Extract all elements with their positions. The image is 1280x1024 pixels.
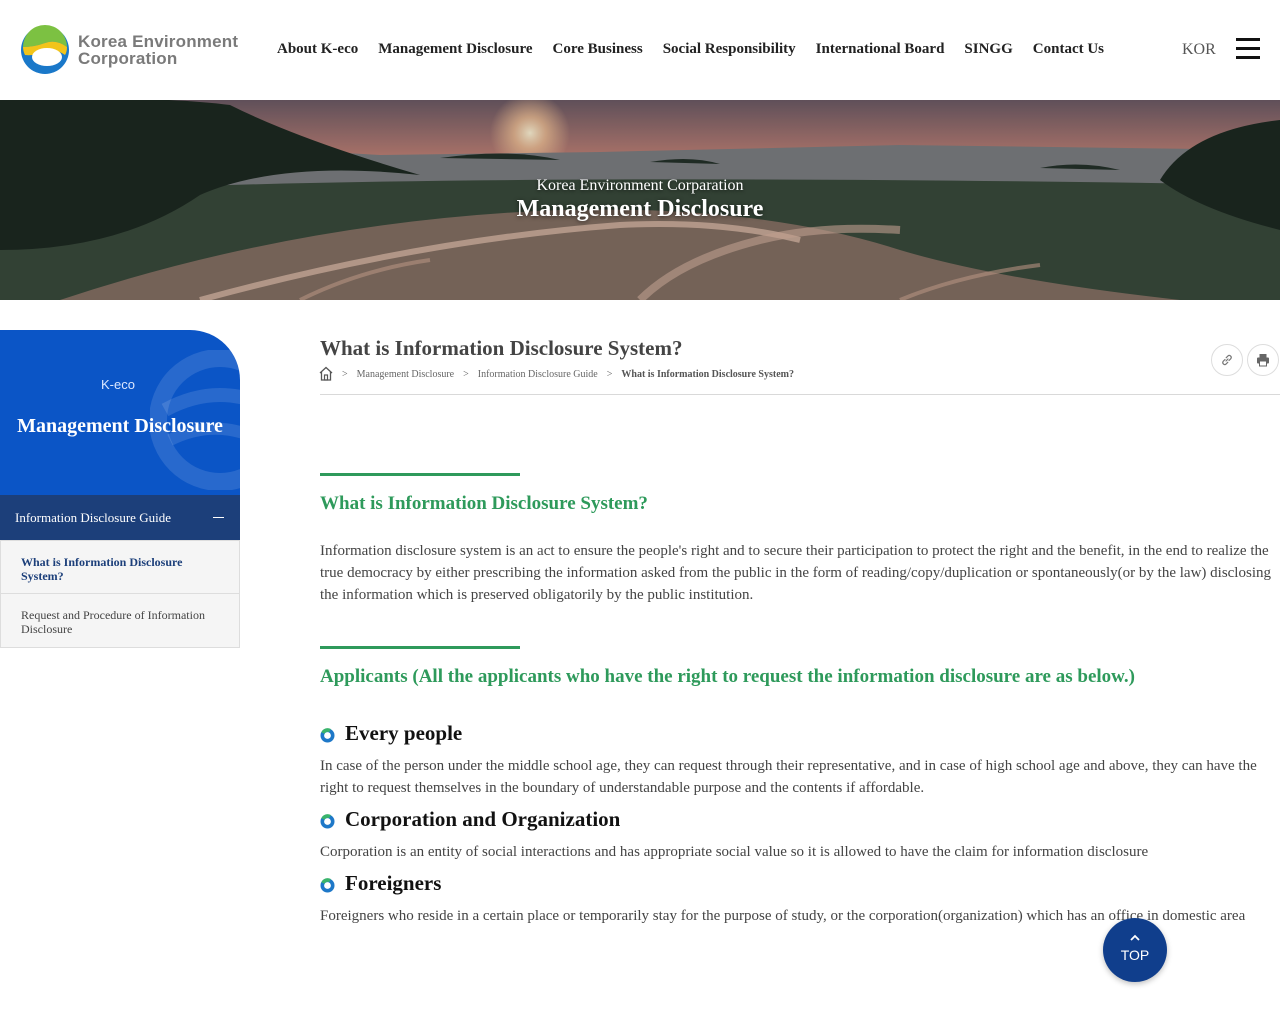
breadcrumb-link[interactable]: Management Disclosure (357, 369, 454, 380)
main-nav: About K-eco Management Disclosure Core B… (277, 41, 1124, 58)
arrow-up-icon (1130, 934, 1140, 941)
scroll-to-top-label: TOP (1120, 947, 1150, 963)
breadcrumb-separator: > (342, 368, 348, 380)
logo[interactable]: Korea Environment Corporation (20, 25, 238, 75)
section-title-applicants: Applicants (All the applicants who have … (320, 666, 1135, 687)
sidebar-group-label: Information Disclosure Guide (15, 510, 171, 525)
logo-text: Korea Environment Corporation (78, 32, 239, 68)
section-accent-bar (320, 646, 520, 649)
minus-icon (213, 517, 224, 518)
applicant-text-every-people: In case of the person under the middle s… (320, 758, 1257, 796)
nav-about[interactable]: About K-eco (277, 41, 358, 58)
print-icon (1257, 354, 1269, 367)
sidebar-group-information-disclosure-guide[interactable]: Information Disclosure Guide (0, 495, 240, 540)
language-switch[interactable]: KOR (1182, 41, 1216, 59)
nav-contact-us[interactable]: Contact Us (1033, 41, 1104, 58)
copy-link-button[interactable] (1211, 344, 1243, 376)
breadcrumb-separator: > (606, 368, 613, 380)
page-title: What is Information Disclosure System? (320, 336, 683, 360)
breadcrumb-link[interactable]: Information Disclosure Guide (478, 369, 598, 380)
title-divider (320, 394, 1280, 395)
nav-singg[interactable]: SINGG (964, 41, 1012, 58)
nav-management-disclosure[interactable]: Management Disclosure (378, 41, 532, 58)
sidebar-title: Management Disclosure (17, 415, 223, 437)
sidebar-header: K-eco Management Disclosure (0, 330, 240, 495)
section-accent-bar (320, 473, 520, 476)
breadcrumb-separator: > (463, 368, 469, 380)
hero-subtitle: Korea Environment Corparation (536, 177, 744, 194)
site-header: Korea Environment Corporation About K-ec… (0, 0, 1280, 100)
applicant-heading-every-people: Every people (320, 721, 462, 746)
sidebar-item-request-procedure[interactable]: Request and Procedure of Information Dis… (1, 594, 239, 647)
applicant-heading-foreigners: Foreigners (320, 871, 441, 896)
home-icon[interactable] (319, 366, 333, 382)
breadcrumb-current: What is Information Disclosure System? (621, 368, 794, 380)
breadcrumb: > Management Disclosure > Information Di… (319, 366, 794, 382)
section-title-what-is: What is Information Disclosure System? (320, 493, 648, 514)
link-icon (1222, 354, 1232, 366)
bullet-ring-icon (320, 878, 335, 893)
applicant-text-foreigners: Foreigners who reside in a certain place… (320, 908, 1246, 924)
nav-social-responsibility[interactable]: Social Responsibility (663, 41, 796, 58)
bullet-ring-icon (320, 814, 335, 829)
sidebar-submenu: What is Information Disclosure System? R… (0, 540, 240, 648)
section-text-what-is: Information disclosure system is an act … (320, 543, 1271, 603)
bullet-ring-icon (320, 728, 335, 743)
applicant-text-corporation: Corporation is an entity of social inter… (320, 844, 1149, 860)
print-button[interactable] (1247, 344, 1279, 376)
nav-core-business[interactable]: Core Business (553, 41, 643, 58)
hero-title: Management Disclosure (516, 196, 764, 222)
scroll-to-top-button[interactable]: TOP (1103, 918, 1167, 982)
hero-banner: Korea Environment Corparation Management… (0, 100, 1280, 300)
nav-international-board[interactable]: International Board (816, 41, 945, 58)
sidebar-item-what-is-disclosure[interactable]: What is Information Disclosure System? (1, 541, 239, 594)
logo-mark-icon (21, 25, 69, 74)
sidebar-brand: K-eco (101, 377, 135, 392)
hamburger-menu-icon[interactable] (1236, 36, 1260, 60)
applicant-heading-corporation: Corporation and Organization (320, 807, 620, 832)
